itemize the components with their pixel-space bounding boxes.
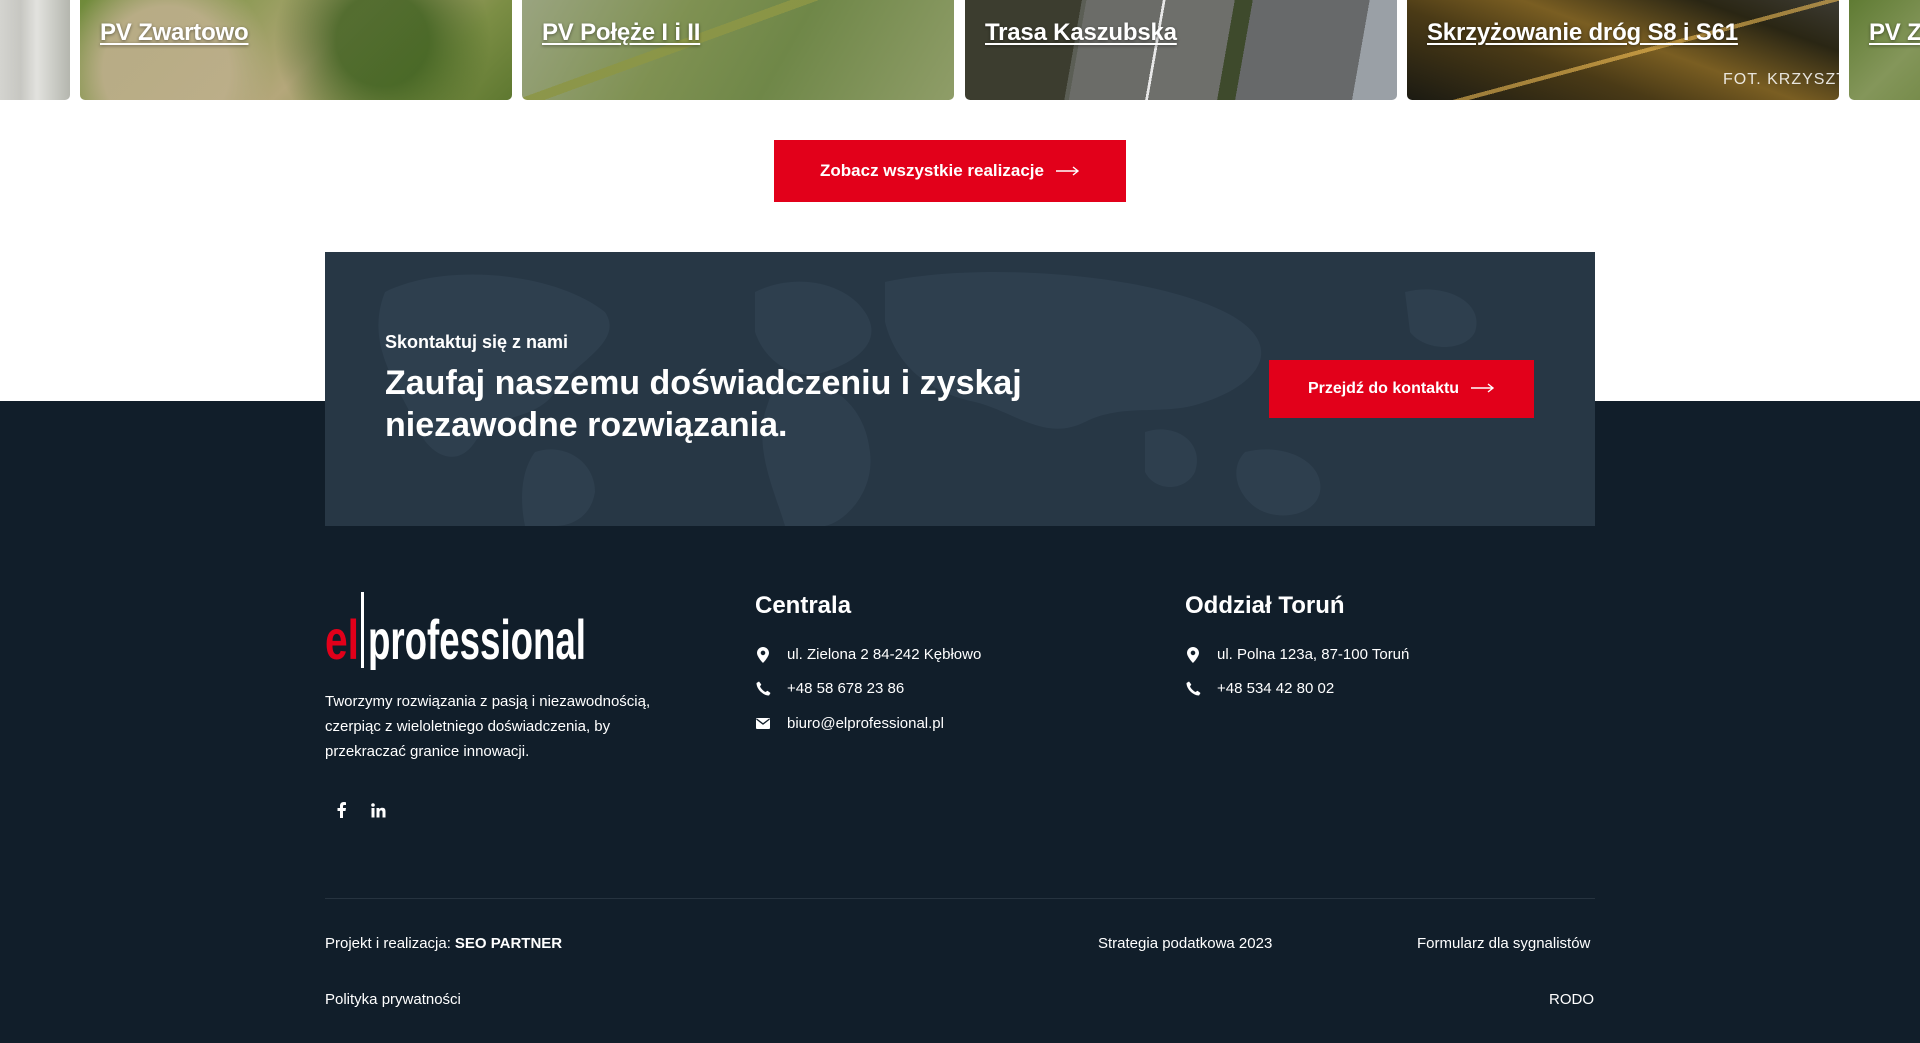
phone-icon xyxy=(1185,681,1201,697)
centrala-phone-text[interactable]: +48 58 678 23 86 xyxy=(787,680,904,697)
torun-phone-text[interactable]: +48 534 42 80 02 xyxy=(1217,680,1334,697)
location-pin-icon xyxy=(1185,646,1201,663)
see-all-projects-label: Zobacz wszystkie realizacje xyxy=(820,161,1044,180)
project-card-pv-poleze[interactable]: PV Połęże I i II xyxy=(522,0,954,100)
project-credit-prefix: Projekt i realizacja: xyxy=(325,935,451,952)
centrala-email-text[interactable]: biuro@elprofessional.pl xyxy=(787,715,944,732)
centrala-address-text: ul. Zielona 2 84-242 Kębłowo xyxy=(787,646,982,663)
rodo-link[interactable]: RODO xyxy=(1549,991,1594,1008)
see-all-projects-button[interactable]: Zobacz wszystkie realizacje xyxy=(774,140,1126,202)
logo-divider xyxy=(361,592,364,668)
go-to-contact-label: Przejdź do kontaktu xyxy=(1307,380,1460,397)
project-card-title[interactable]: PV Zwartowo xyxy=(100,19,249,47)
tax-strategy-link[interactable]: Strategia podatkowa 2023 xyxy=(1098,935,1272,952)
centrala-title: Centrala xyxy=(755,592,852,619)
company-description: Tworzymy rozwiązania z pasją i niezawodn… xyxy=(325,693,651,760)
contact-cta-box: Skontaktuj się z nami Zaufaj naszemu doś… xyxy=(325,252,1595,526)
project-card-skrzyzowanie[interactable]: Skrzyżowanie dróg S8 i S61 FOT. KRZYSZTO xyxy=(1407,0,1839,100)
footer-divider xyxy=(325,898,1595,899)
project-card-title[interactable]: PV Z xyxy=(1869,19,1920,47)
photo-credit: FOT. KRZYSZTO xyxy=(1723,71,1839,88)
privacy-policy-link[interactable]: Polityka prywatności xyxy=(325,991,461,1008)
location-pin-icon xyxy=(755,646,771,663)
project-card-pv-zwartowo[interactable]: PV Zwartowo xyxy=(80,0,512,100)
phone-icon xyxy=(755,681,771,697)
project-credit: Projekt i realizacja: SEO PARTNER xyxy=(325,935,562,952)
cta-heading: Zaufaj naszemu doświadczeniu i zyskaj ni… xyxy=(385,364,1022,444)
centrala-address: ul. Zielona 2 84-242 Kębłowo xyxy=(755,646,981,663)
torun-title: Oddział Toruń xyxy=(1185,592,1345,619)
torun-address-text: ul. Polna 123a, 87-100 Toruń xyxy=(1217,646,1410,663)
cta-kicker: Skontaktuj się z nami xyxy=(385,332,569,352)
seo-partner-link[interactable]: SEO PARTNER xyxy=(455,935,562,952)
centrala-email[interactable]: biuro@elprofessional.pl xyxy=(755,715,944,732)
torun-address: ul. Polna 123a, 87-100 Toruń xyxy=(1185,646,1409,663)
project-card-trasa-kaszubska[interactable]: Trasa Kaszubska xyxy=(965,0,1397,100)
logo-text-el: el xyxy=(325,608,359,670)
arrow-right-icon xyxy=(1471,380,1495,398)
project-card-title[interactable]: PV Połęże I i II xyxy=(542,19,700,47)
project-card-title[interactable]: Trasa Kaszubska xyxy=(985,19,1177,47)
project-card-title[interactable]: Skrzyżowanie dróg S8 i S61 xyxy=(1427,19,1738,47)
projects-carousel: PV Zwartowo PV Połęże I i II Trasa Kaszu… xyxy=(0,0,1920,100)
linkedin-link[interactable] xyxy=(366,798,390,822)
envelope-icon xyxy=(755,716,771,732)
arrow-right-icon xyxy=(1055,161,1080,181)
linkedin-icon xyxy=(370,802,385,817)
facebook-link[interactable] xyxy=(329,798,353,822)
logo-text-professional: professional xyxy=(368,608,586,670)
centrala-phone[interactable]: +48 58 678 23 86 xyxy=(755,680,904,697)
facebook-icon xyxy=(337,802,346,818)
torun-phone[interactable]: +48 534 42 80 02 xyxy=(1185,680,1334,697)
go-to-contact-button[interactable]: Przejdź do kontaktu xyxy=(1269,360,1534,418)
project-card[interactable] xyxy=(0,0,70,100)
project-card-pv-partial[interactable]: PV Z xyxy=(1849,0,1920,100)
elprofessional-logo[interactable]: el professional xyxy=(325,590,590,671)
whistleblower-form-link[interactable]: Formularz dla sygnalistów xyxy=(1417,935,1590,952)
